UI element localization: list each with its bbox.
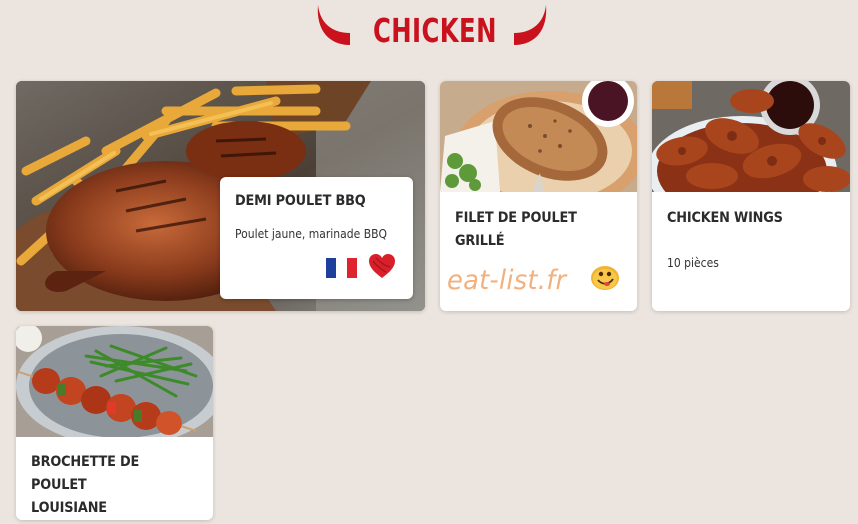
menu-item-demi-poulet-bbq[interactable]: DEMI POULET BBQ Poulet jaune, marinade B… [16, 81, 425, 311]
smiley-icon [591, 266, 619, 290]
menu-item-chicken-wings[interactable]: CHICKEN WINGS 10 pièces [652, 81, 850, 311]
chicken-skewer-photo [16, 326, 213, 437]
item-description: 10 pièces [667, 256, 719, 270]
item-description: Poulet jaune, marinade BBQ [235, 227, 388, 241]
left-horn-icon [317, 5, 350, 45]
section-header: CHICKEN [0, 0, 858, 60]
watermark-text: eat-list.fr [447, 265, 567, 296]
grilled-chicken-breast-photo [440, 81, 637, 192]
item-name: FILET DE POULET GRILLÉ [455, 210, 577, 249]
chicken-wings-photo [652, 81, 850, 192]
menu-item-brochette-de-poulet-louisiane[interactable]: BROCHETTE DE POULET LOUISIANE [16, 326, 213, 520]
section-title: CHICKEN [372, 11, 497, 50]
item-name: CHICKEN WINGS [667, 210, 783, 226]
item-name: DEMI POULET BBQ [235, 193, 366, 209]
france-flag-icon [326, 258, 357, 278]
item-info-panel: DEMI POULET BBQ Poulet jaune, marinade B… [220, 177, 413, 299]
right-horn-icon [514, 5, 547, 45]
item-name: BROCHETTE DE POULET LOUISIANE [31, 454, 140, 516]
heart-icon [369, 254, 395, 278]
